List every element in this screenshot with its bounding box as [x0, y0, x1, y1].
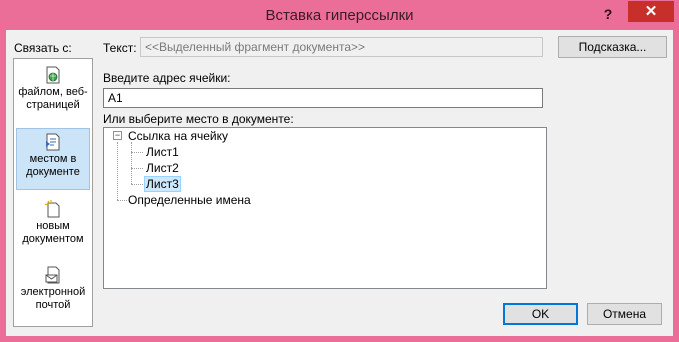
close-button[interactable]: ✕ — [628, 1, 674, 22]
help-button[interactable]: ? — [597, 4, 619, 24]
text-to-display-label: Текст: — [103, 41, 137, 55]
email-icon — [45, 266, 60, 284]
link-type-web-page-label: файлом, веб-страницей — [18, 86, 88, 111]
close-icon: ✕ — [644, 3, 658, 20]
cell-reference-label: Введите адрес ячейки: — [103, 71, 231, 85]
link-with-label: Связать с: — [14, 41, 72, 55]
tree-connector — [131, 184, 143, 185]
ok-button[interactable]: OK — [503, 303, 578, 325]
link-type-email[interactable]: электронной почтой — [16, 262, 90, 324]
place-in-document-label: Или выберите место в документе: — [103, 112, 294, 126]
web-page-icon — [46, 66, 60, 84]
link-type-document-place-label: местом в документе — [26, 153, 80, 178]
link-type-new-document-label: новым документом — [22, 220, 84, 245]
title-bar[interactable]: Вставка гиперссылки ? ✕ — [0, 0, 679, 30]
dialog-body: Связать с: файлом, веб-страницей местом … — [6, 30, 673, 336]
tree-node-cell-reference[interactable]: Ссылка на ячейку — [128, 129, 228, 143]
hyperlink-dialog: Вставка гиперссылки ? ✕ Связать с: файло… — [0, 0, 679, 342]
tree-connector — [117, 142, 118, 200]
tree-node-sheet[interactable]: Лист2 — [146, 161, 179, 175]
collapse-icon[interactable]: − — [113, 131, 122, 140]
tree-node-sheet[interactable]: Лист1 — [146, 145, 179, 159]
tree-connector — [131, 152, 143, 153]
tooltip-button[interactable]: Подсказка... — [558, 36, 667, 58]
link-type-panel: файлом, веб-страницей местом в документе… — [13, 58, 93, 327]
link-type-email-label: электронной почтой — [20, 286, 86, 311]
tree-connector — [117, 200, 127, 201]
link-type-web-page[interactable]: файлом, веб-страницей — [16, 62, 90, 124]
place-tree[interactable]: − Ссылка на ячейку Лист1 Лист2 Лист3 Опр… — [103, 127, 547, 289]
tree-node-defined-names[interactable]: Определенные имена — [128, 193, 251, 207]
tree-connector — [131, 168, 143, 169]
link-type-document-place[interactable]: местом в документе — [16, 128, 90, 190]
dialog-title: Вставка гиперссылки — [265, 7, 414, 24]
tree-node-sheet-selected[interactable]: Лист3 — [144, 176, 181, 192]
tree-connector — [131, 142, 132, 184]
text-to-display-field[interactable]: <<Выделенный фрагмент документа>> — [140, 37, 543, 57]
document-place-icon — [46, 133, 60, 151]
cell-reference-input[interactable]: A1 — [103, 88, 543, 108]
new-document-icon — [44, 200, 60, 218]
link-type-new-document[interactable]: новым документом — [16, 196, 90, 258]
cancel-button[interactable]: Отмена — [587, 303, 662, 325]
